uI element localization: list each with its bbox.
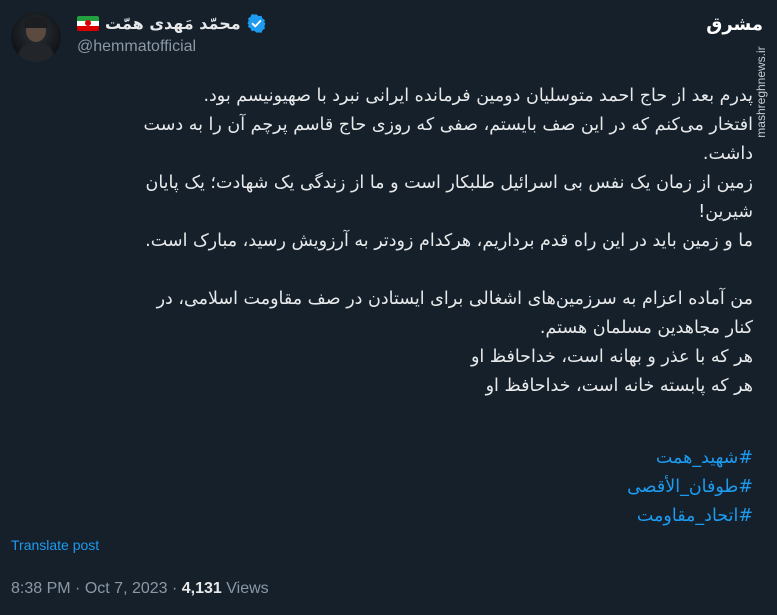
- tweet-text: پدرم بعد از حاج احمد متوسلیان دومین فرما…: [11, 82, 753, 531]
- tweet-line: داشت.: [702, 144, 753, 164]
- translate-post-link[interactable]: Translate post: [11, 537, 99, 553]
- avatar[interactable]: [11, 12, 61, 62]
- name-row: محمّد مَهدی همّت: [77, 12, 266, 34]
- iran-flag-icon: [77, 15, 99, 31]
- meta-separator: ·: [172, 580, 178, 597]
- views-count[interactable]: 4,131: [182, 580, 222, 597]
- handle[interactable]: @hemmatofficial: [77, 38, 266, 56]
- tweet-line: کنار مجاهدین مسلمان هستم.: [539, 318, 753, 338]
- tweet-date[interactable]: Oct 7, 2023: [85, 580, 168, 597]
- verified-badge-icon[interactable]: [247, 13, 266, 33]
- tweet-header: محمّد مَهدی همّت @hemmatofficial: [11, 12, 777, 62]
- views-label: Views: [226, 580, 269, 597]
- tweet-line: شیرین!: [698, 202, 753, 222]
- display-name[interactable]: محمّد مَهدی همّت: [105, 14, 241, 33]
- hashtag-link[interactable]: #طوفان_الأقصی: [11, 473, 753, 502]
- hashtag-link[interactable]: #شهید_همت: [11, 444, 753, 473]
- hashtags: #شهید_همت #طوفان_الأقصی #اتحاد_مقاومت: [11, 444, 753, 531]
- author-info: محمّد مَهدی همّت @hemmatofficial: [77, 12, 266, 56]
- tweet-meta: 8:38 PM · Oct 7, 2023 · 4,131 Views: [11, 580, 269, 598]
- hashtag-link[interactable]: #اتحاد_مقاومت: [11, 502, 753, 531]
- meta-separator: ·: [75, 580, 81, 597]
- tweet-line: پدرم بعد از حاج احمد متوسلیان دومین فرما…: [203, 86, 753, 106]
- watermark-url: mashreghnews.ir: [754, 46, 768, 138]
- tweet-line: ما و زمین باید در این راه قدم برداریم، ه…: [145, 231, 753, 251]
- tweet-line: هر که پابسته خانه است، خداحافظ او: [485, 376, 753, 396]
- tweet-time[interactable]: 8:38 PM: [11, 580, 71, 597]
- tweet-line: من آماده اعزام به سرزمین‌های اشغالی برای…: [156, 289, 753, 309]
- watermark-logo: مشرق: [706, 14, 763, 35]
- tweet-line: افتخار می‌کنم که در این صف بایستم، صفی ک…: [143, 115, 753, 135]
- tweet-line: زمین از زمان یک نفس بی اسرائیل طلبکار اس…: [145, 173, 754, 193]
- tweet-line: هر که با عذر و بهانه است، خداحافظ او: [470, 347, 753, 367]
